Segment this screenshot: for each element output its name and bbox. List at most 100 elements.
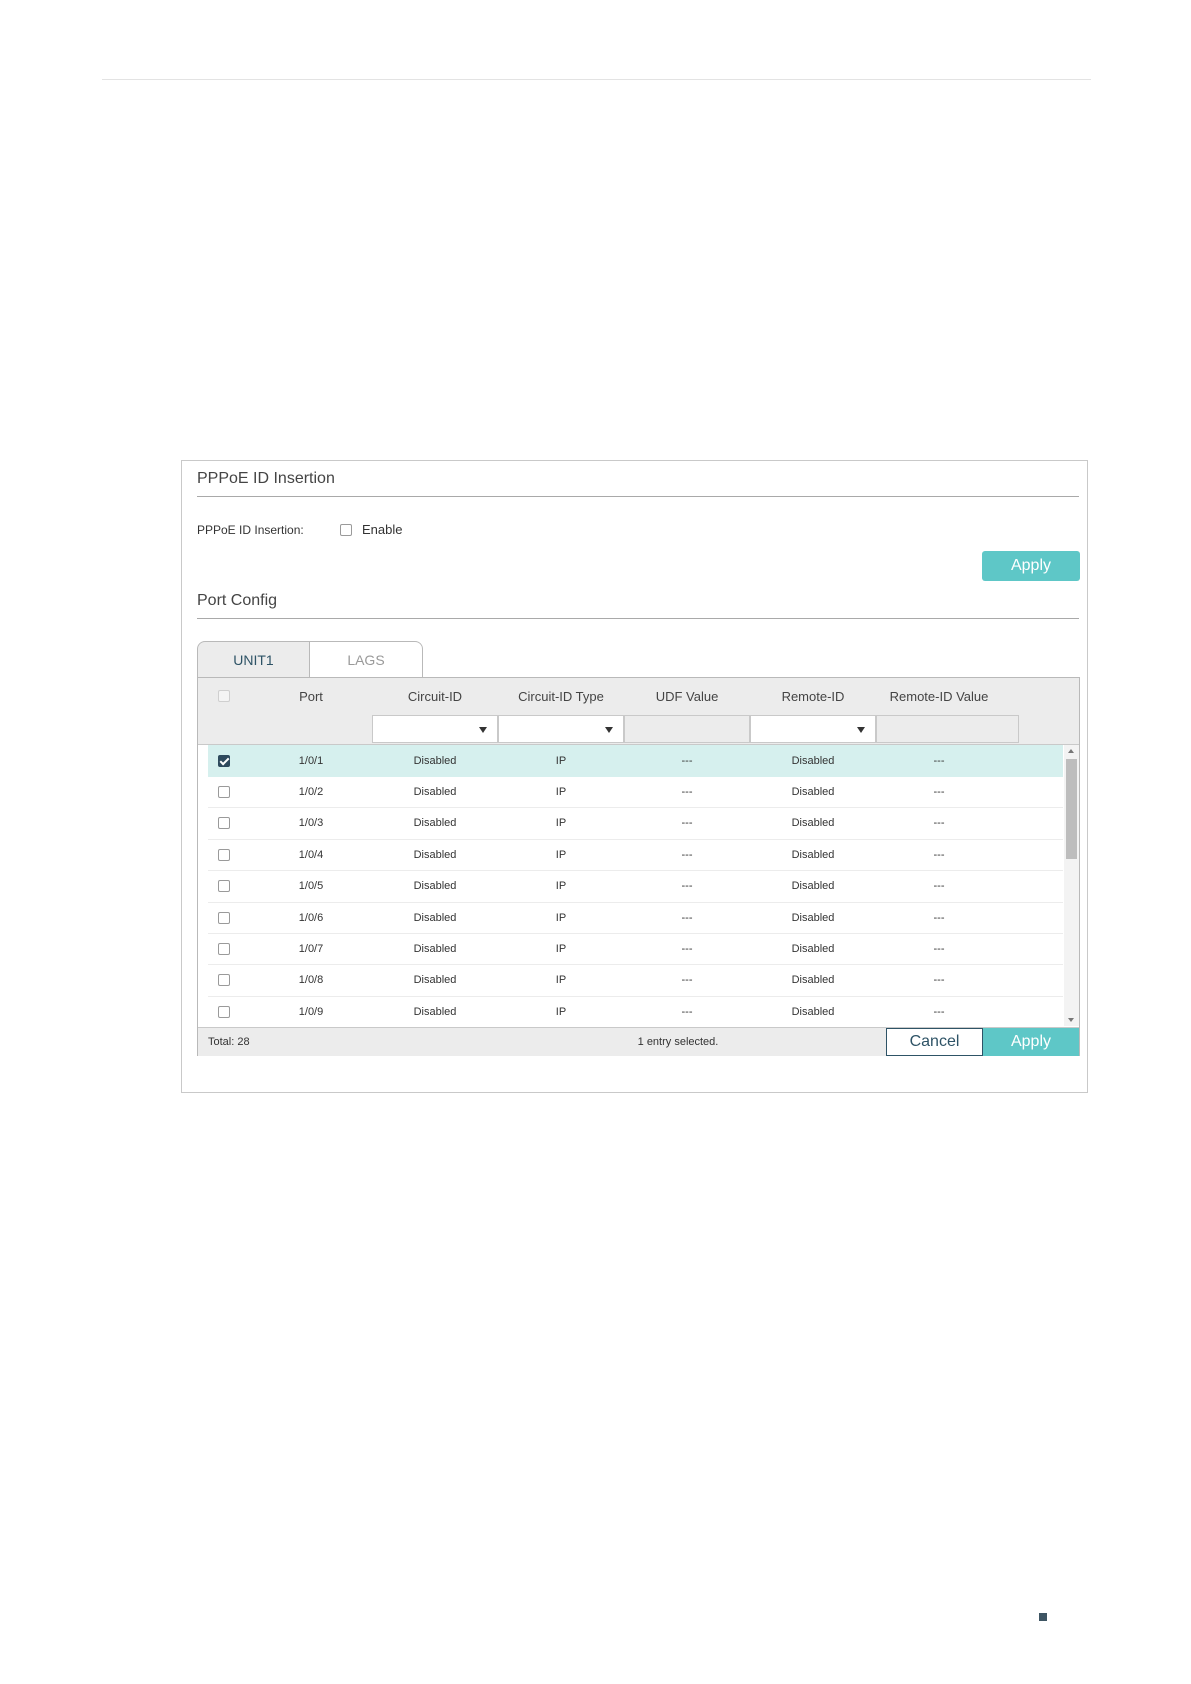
row-checkbox[interactable] xyxy=(218,754,230,767)
table-row[interactable]: 1/0/9 Disabled IP --- Disabled --- xyxy=(208,996,1063,1026)
cell-udf-value: --- xyxy=(681,785,693,798)
port-config-table: Port Circuit-ID Circuit-ID Type UDF Valu… xyxy=(197,677,1080,1056)
row-checkbox-cell xyxy=(208,808,240,839)
cell-circuit-id-type: IP xyxy=(555,785,567,798)
table-row[interactable]: 1/0/8 Disabled IP --- Disabled --- xyxy=(208,965,1063,997)
cell-circuit-id: Disabled xyxy=(413,1005,457,1018)
row-checkbox[interactable] xyxy=(218,911,230,924)
cell-remote-id: Disabled xyxy=(791,754,835,767)
pppoe-id-insertion-label: PPPoE ID Insertion: xyxy=(197,523,304,537)
cell-udf-value: --- xyxy=(681,911,693,924)
cell-remote-id: Disabled xyxy=(791,1005,835,1018)
enable-label: Enable xyxy=(362,522,403,537)
cell-circuit-id: Disabled xyxy=(413,817,457,830)
table-row[interactable]: 1/0/1 Disabled IP --- Disabled --- xyxy=(208,745,1063,777)
remote-id-select[interactable] xyxy=(750,715,876,743)
cell-circuit-id: Disabled xyxy=(413,848,457,861)
cell-udf-value: --- xyxy=(681,1005,693,1018)
tab-unit1[interactable]: UNIT1 xyxy=(197,641,310,677)
scroll-down-arrow-icon[interactable] xyxy=(1068,1018,1074,1022)
cell-circuit-id-type: IP xyxy=(555,911,567,924)
row-checkbox-cell xyxy=(208,933,240,964)
tab-lags[interactable]: LAGS xyxy=(310,641,423,677)
row-checkbox[interactable] xyxy=(218,817,230,830)
cell-port: 1/0/1 xyxy=(298,754,324,767)
select-all-cell xyxy=(198,678,250,714)
enable-checkbox[interactable] xyxy=(340,523,352,536)
cell-remote-id-value: --- xyxy=(933,880,945,893)
table-scrollbar[interactable] xyxy=(1064,745,1079,1026)
row-checkbox[interactable] xyxy=(218,942,230,955)
cell-udf-value: --- xyxy=(681,817,693,830)
table-row[interactable]: 1/0/7 Disabled IP --- Disabled --- xyxy=(208,933,1063,966)
select-all-checkbox[interactable] xyxy=(218,690,230,702)
column-header-udf-value[interactable]: UDF Value xyxy=(624,678,750,714)
cell-remote-id-value: --- xyxy=(933,754,945,767)
row-checkbox[interactable] xyxy=(218,1005,230,1018)
scroll-up-arrow-icon[interactable] xyxy=(1068,749,1074,753)
udf-value-input[interactable] xyxy=(624,715,750,743)
section-title-pppoe-id-insertion: PPPoE ID Insertion xyxy=(197,470,335,487)
chevron-down-icon xyxy=(857,727,865,733)
cell-circuit-id: Disabled xyxy=(413,785,457,798)
circuit-id-select[interactable] xyxy=(372,715,498,743)
cell-remote-id: Disabled xyxy=(791,817,835,830)
cell-udf-value: --- xyxy=(681,942,693,955)
cell-remote-id-value: --- xyxy=(933,817,945,830)
cell-remote-id-value: --- xyxy=(933,942,945,955)
enable-checkbox-group[interactable]: Enable xyxy=(340,522,402,537)
table-body: 1/0/1 Disabled IP --- Disabled --- 1/0/2 Disabl… xyxy=(198,745,1063,1026)
column-header-port[interactable]: Port xyxy=(250,678,372,714)
cell-remote-id-value: --- xyxy=(933,848,945,861)
cell-circuit-id-type: IP xyxy=(555,754,567,767)
cell-remote-id-value: --- xyxy=(933,1005,945,1018)
cell-circuit-id-type: IP xyxy=(555,880,567,893)
row-checkbox-cell xyxy=(208,996,240,1026)
cell-circuit-id-type: IP xyxy=(555,848,567,861)
chevron-down-icon xyxy=(479,727,487,733)
column-header-circuit-id-type[interactable]: Circuit-ID Type xyxy=(498,678,624,714)
apply-button[interactable]: Apply xyxy=(983,1028,1079,1056)
cell-remote-id: Disabled xyxy=(791,911,835,924)
column-header-remote-id[interactable]: Remote-ID xyxy=(750,678,876,714)
cell-udf-value: --- xyxy=(681,848,693,861)
total-count: Total: 28 xyxy=(208,1036,250,1048)
page-header-rule xyxy=(102,79,1091,80)
cell-remote-id: Disabled xyxy=(791,942,835,955)
cell-circuit-id: Disabled xyxy=(413,754,457,767)
table-header: Port Circuit-ID Circuit-ID Type UDF Valu… xyxy=(198,678,1079,715)
circuit-id-type-select[interactable] xyxy=(498,715,624,743)
table-row[interactable]: 1/0/6 Disabled IP --- Disabled --- xyxy=(208,902,1063,934)
cell-circuit-id: Disabled xyxy=(413,942,457,955)
column-header-circuit-id[interactable]: Circuit-ID xyxy=(372,678,498,714)
row-checkbox[interactable] xyxy=(218,880,230,893)
cell-port: 1/0/3 xyxy=(298,817,324,830)
table-row[interactable]: 1/0/2 Disabled IP --- Disabled --- xyxy=(208,776,1063,809)
apply-button-global[interactable]: Apply xyxy=(982,551,1080,581)
chevron-down-icon xyxy=(605,727,613,733)
cell-circuit-id: Disabled xyxy=(413,880,457,893)
table-row[interactable]: 1/0/5 Disabled IP --- Disabled --- xyxy=(208,871,1063,903)
cancel-button[interactable]: Cancel xyxy=(886,1028,983,1056)
selection-status: 1 entry selected. xyxy=(637,1036,719,1048)
row-checkbox-cell xyxy=(208,776,240,807)
cell-circuit-id-type: IP xyxy=(555,974,567,987)
table-row[interactable]: 1/0/3 Disabled IP --- Disabled --- xyxy=(208,808,1063,840)
pppoe-id-insertion-panel: PPPoE ID Insertion PPPoE ID Insertion: E… xyxy=(181,460,1088,1093)
table-row[interactable]: 1/0/4 Disabled IP --- Disabled --- xyxy=(208,839,1063,872)
row-checkbox-cell xyxy=(208,871,240,902)
row-checkbox[interactable] xyxy=(218,974,230,987)
cell-circuit-id: Disabled xyxy=(413,911,457,924)
remote-id-value-input[interactable] xyxy=(876,715,1019,743)
cell-remote-id-value: --- xyxy=(933,785,945,798)
section-divider xyxy=(197,496,1079,497)
cell-circuit-id-type: IP xyxy=(555,1005,567,1018)
scrollbar-thumb[interactable] xyxy=(1066,759,1077,859)
row-checkbox[interactable] xyxy=(218,785,230,798)
row-checkbox-cell xyxy=(208,965,240,996)
column-header-remote-id-value[interactable]: Remote-ID Value xyxy=(876,678,1002,714)
row-checkbox-cell xyxy=(208,839,240,870)
cell-remote-id: Disabled xyxy=(791,974,835,987)
cell-remote-id: Disabled xyxy=(791,880,835,893)
row-checkbox[interactable] xyxy=(218,848,230,861)
